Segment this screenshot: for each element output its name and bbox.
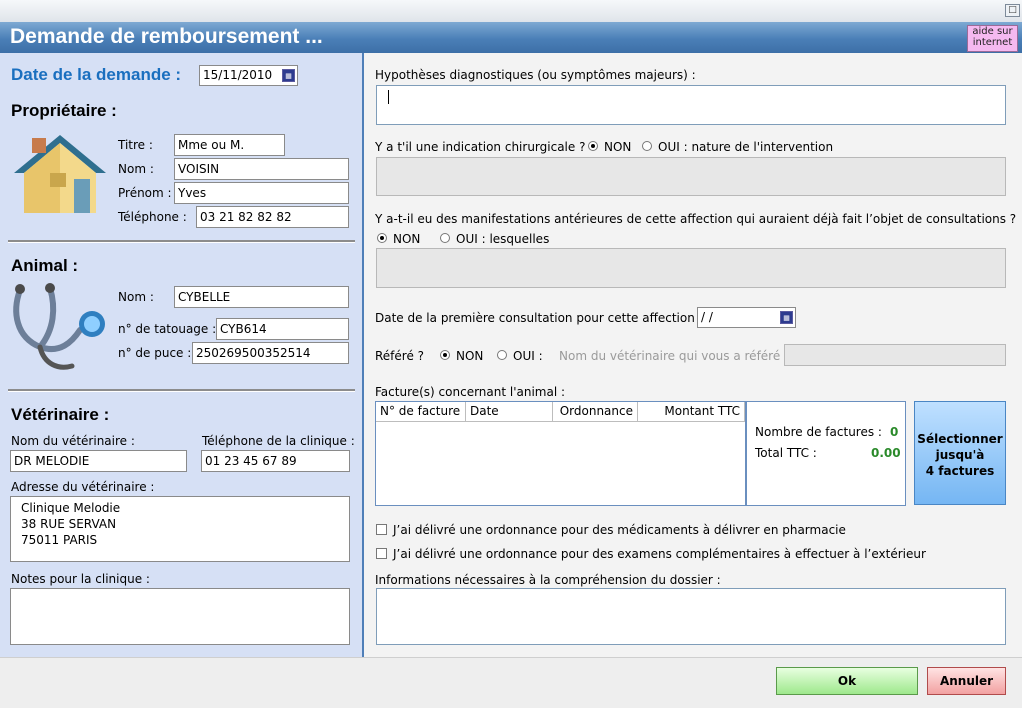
- total-ttc-label: Total TTC :: [755, 446, 817, 460]
- address-line: Clinique Melodie: [21, 501, 121, 515]
- referring-vet-label: Nom du vétérinaire qui vous a référé :: [559, 349, 789, 363]
- owner-title-label: Titre :: [118, 138, 153, 152]
- invoice-table[interactable]: N° de facture Date Ordonnance Montant TT…: [375, 401, 746, 506]
- first-consult-label: Date de la première consultation pour ce…: [375, 311, 706, 325]
- surgery-yes-radio[interactable]: [642, 141, 652, 151]
- prior-yes-label[interactable]: OUI : lesquelles: [456, 232, 549, 246]
- surgery-yes-label[interactable]: OUI : nature de l'intervention: [658, 140, 833, 154]
- help-online-button[interactable]: aide sur internet: [967, 25, 1018, 52]
- animal-tattoo-label: n° de tatouage :: [118, 322, 217, 336]
- owner-name-field[interactable]: VOISIN: [174, 158, 349, 180]
- address-line: 75011 PARIS: [21, 533, 98, 547]
- stethoscope-icon: [13, 283, 105, 370]
- total-ttc-value: 0.00: [871, 446, 901, 460]
- prior-details-field[interactable]: [376, 248, 1006, 288]
- prior-question: Y a-t-il eu des manifestations antérieur…: [375, 212, 1017, 226]
- owner-phone-field[interactable]: 03 21 82 82 82: [196, 206, 349, 228]
- house-icon: [14, 135, 106, 213]
- surgery-question: Y a t'il une indication chirurgicale ?: [375, 140, 586, 154]
- pharmacy-prescription-checkbox[interactable]: [376, 524, 387, 535]
- animal-tattoo-field[interactable]: CYB614: [216, 318, 349, 340]
- select-button-line: Sélectionner: [917, 432, 1003, 446]
- prior-no-label[interactable]: NON: [393, 232, 420, 246]
- surgery-no-radio[interactable]: [588, 141, 598, 151]
- prior-yes-radio[interactable]: [440, 233, 450, 243]
- animal-chip-label: n° de puce :: [118, 346, 192, 360]
- clinic-notes-field[interactable]: [10, 588, 350, 645]
- referred-yes-label[interactable]: OUI :: [513, 349, 543, 363]
- animal-name-label: Nom :: [118, 290, 154, 304]
- vet-name-field[interactable]: DR MELODIE: [10, 450, 187, 472]
- select-invoices-button[interactable]: Sélectionner jusqu'à 4 factures: [914, 401, 1006, 505]
- owner-title-field[interactable]: Mme ou M.: [174, 134, 285, 156]
- calendar-icon[interactable]: ▦: [780, 311, 793, 324]
- request-date-value: 15/11/2010: [203, 68, 273, 82]
- owner-name-label: Nom :: [118, 162, 154, 176]
- select-button-line: jusqu'à: [935, 448, 985, 462]
- clinic-notes-label: Notes pour la clinique :: [11, 572, 150, 586]
- info-field[interactable]: [376, 588, 1006, 645]
- animal-chip-field[interactable]: 250269500352514: [192, 342, 349, 364]
- invoice-col-number[interactable]: N° de facture: [376, 402, 466, 422]
- owner-separator: [8, 240, 355, 243]
- owner-firstname-label: Prénom :: [118, 186, 172, 200]
- window-top-strip: [0, 0, 1022, 23]
- referred-no-label[interactable]: NON: [456, 349, 483, 363]
- animal-heading: Animal :: [11, 256, 79, 275]
- owner-firstname-field[interactable]: Yves: [174, 182, 349, 204]
- invoices-label: Facture(s) concernant l'animal :: [375, 385, 566, 399]
- owner-phone-label: Téléphone :: [118, 210, 187, 224]
- maximize-button[interactable]: □: [1005, 4, 1020, 17]
- exams-prescription-checkbox[interactable]: [376, 548, 387, 559]
- pharmacy-prescription-label[interactable]: J’ai délivré une ordonnance pour des méd…: [393, 523, 846, 537]
- owner-heading: Propriétaire :: [11, 101, 117, 120]
- diagnosis-field[interactable]: [376, 85, 1006, 125]
- exams-prescription-label[interactable]: J’ai délivré une ordonnance pour des exa…: [393, 547, 926, 561]
- select-button-line: 4 factures: [925, 464, 995, 478]
- window-title: Demande de remboursement ...: [10, 25, 323, 48]
- info-label: Informations nécessaires à la compréhens…: [375, 573, 721, 587]
- surgery-no-label[interactable]: NON: [604, 140, 631, 154]
- animal-name-field[interactable]: CYBELLE: [174, 286, 349, 308]
- text-cursor: [388, 90, 389, 104]
- address-line: 38 RUE SERVAN: [21, 517, 117, 531]
- invoice-count-value: 0: [890, 425, 899, 439]
- invoice-col-amount[interactable]: Montant TTC: [638, 402, 745, 422]
- invoice-summary: Nombre de factures : 0 Total TTC : 0.00: [746, 401, 906, 506]
- vet-name-label: Nom du vétérinaire :: [11, 434, 135, 448]
- clinic-phone-label: Téléphone de la clinique :: [202, 434, 355, 448]
- referred-label: Référé ?: [375, 349, 425, 363]
- referred-no-radio[interactable]: [440, 350, 450, 360]
- invoice-count-label: Nombre de factures :: [755, 425, 882, 439]
- surgery-nature-field[interactable]: [376, 157, 1006, 196]
- clinic-phone-field[interactable]: 01 23 45 67 89: [201, 450, 350, 472]
- calendar-icon[interactable]: ▦: [282, 69, 295, 82]
- invoice-col-date[interactable]: Date: [466, 402, 553, 422]
- animal-separator: [8, 389, 355, 392]
- diagnosis-label: Hypothèses diagnostiques (ou symptômes m…: [375, 68, 696, 82]
- ok-button[interactable]: Ok: [776, 667, 918, 695]
- vet-heading: Vétérinaire :: [11, 405, 110, 424]
- first-consult-date-value: / /: [701, 310, 713, 324]
- vet-address-label: Adresse du vétérinaire :: [11, 480, 155, 494]
- vet-address-field[interactable]: Clinique Melodie 38 RUE SERVAN 75011 PAR…: [10, 496, 350, 562]
- cancel-button[interactable]: Annuler: [927, 667, 1006, 695]
- invoice-col-prescription[interactable]: Ordonnance: [553, 402, 638, 422]
- request-date-label: Date de la demande :: [11, 65, 182, 84]
- referring-vet-field[interactable]: [784, 344, 1006, 366]
- referred-yes-radio[interactable]: [497, 350, 507, 360]
- prior-no-radio[interactable]: [377, 233, 387, 243]
